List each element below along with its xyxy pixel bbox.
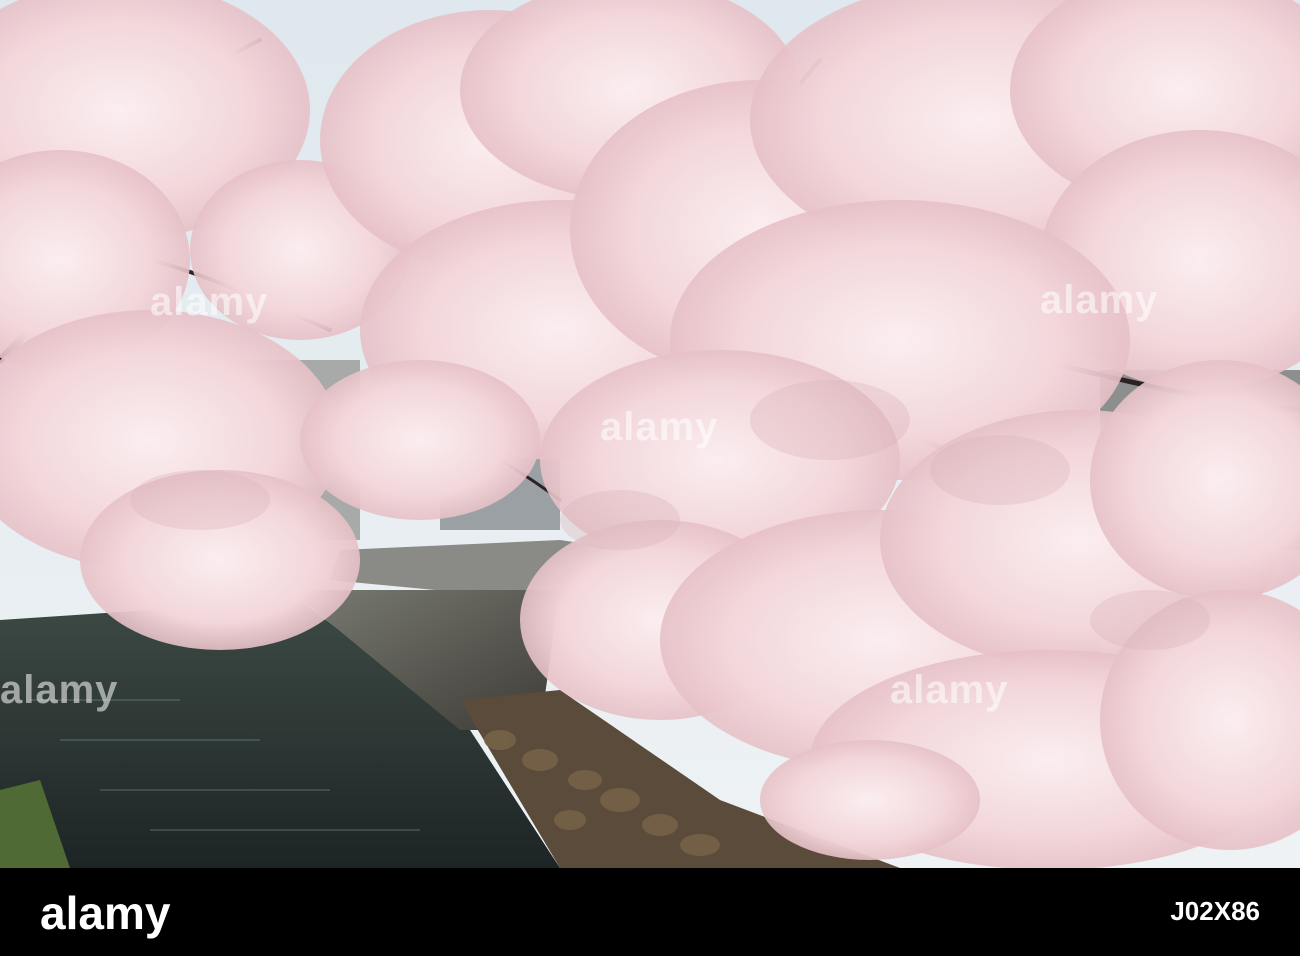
footer-image-id: J02X86 [1170, 896, 1260, 926]
footer-bar: alamy J02X86 [0, 868, 1300, 956]
footer-brand-logo: alamy [40, 887, 171, 939]
cherry-blossom-scene [0, 0, 1300, 868]
photo: alamy alamy alamy alamy alamy [0, 0, 1300, 868]
